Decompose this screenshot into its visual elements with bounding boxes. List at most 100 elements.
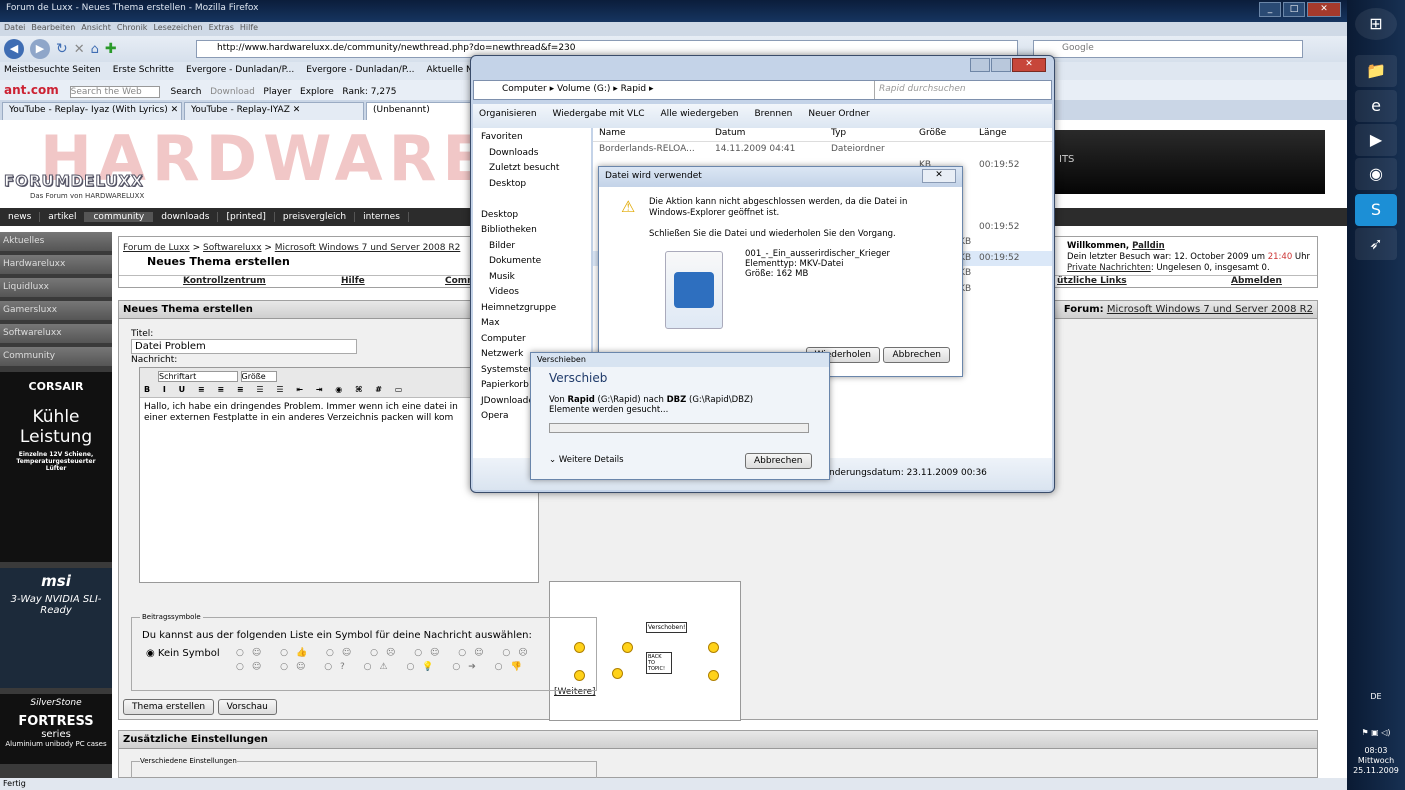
media-player-taskbar-icon[interactable]: ▶ bbox=[1355, 124, 1397, 156]
dialog-close-button[interactable]: ✕ bbox=[922, 169, 956, 183]
explorer-minimize-button[interactable] bbox=[970, 58, 990, 72]
menu-lesezeichen[interactable]: Lesezeichen bbox=[153, 23, 202, 32]
menu-datei[interactable]: Datei bbox=[4, 23, 25, 32]
app-taskbar-icon[interactable]: ➶ bbox=[1355, 228, 1397, 260]
ant-download-button[interactable]: Download bbox=[210, 87, 255, 97]
sidebar-item-gamersluxx[interactable]: Gamersluxx bbox=[0, 301, 112, 320]
nav-downloads[interactable]: Downloads bbox=[481, 148, 583, 164]
nav-pictures[interactable]: Bilder bbox=[481, 241, 583, 257]
ie-taskbar-icon[interactable]: e bbox=[1355, 90, 1397, 122]
col-type[interactable]: Typ bbox=[831, 128, 846, 138]
size-select[interactable]: Größe bbox=[240, 371, 277, 382]
path-rapid[interactable]: Rapid bbox=[621, 84, 647, 94]
ant-search-button[interactable]: Search bbox=[171, 87, 202, 97]
bookmark-item[interactable]: Evergore - Dunladan/P... bbox=[306, 65, 414, 75]
title-input[interactable]: Datei Problem bbox=[131, 339, 357, 354]
menu-bearbeiten[interactable]: Bearbeiten bbox=[31, 23, 75, 32]
menu-chronik[interactable]: Chronik bbox=[117, 23, 148, 32]
play-all-button[interactable]: Alle wiedergeben bbox=[661, 109, 739, 123]
nav-useful-links[interactable]: ützliche Links bbox=[1057, 276, 1127, 286]
skype-taskbar-icon[interactable]: S bbox=[1355, 194, 1397, 226]
close-button[interactable]: ✕ bbox=[1307, 2, 1341, 17]
minimize-button[interactable]: _ bbox=[1259, 2, 1281, 17]
nav-downloads[interactable]: downloads bbox=[153, 212, 219, 222]
reload-icon[interactable]: ↻ bbox=[56, 41, 68, 57]
col-name[interactable]: Name bbox=[599, 128, 626, 138]
smilie-icon[interactable] bbox=[708, 670, 719, 681]
explorer-close-button[interactable]: ✕ bbox=[1012, 58, 1046, 72]
ant-player-button[interactable]: Player bbox=[263, 87, 291, 97]
sidebar-item-aktuelles[interactable]: Aktuelles bbox=[0, 232, 112, 251]
post-icon-radios[interactable]: ○☺ ○👍 ○☺ ○☹ ○☺ ○☺ ○☹ bbox=[236, 648, 536, 658]
nav-favorites[interactable]: Favoriten bbox=[481, 132, 583, 148]
language-indicator[interactable]: DE bbox=[1347, 692, 1405, 701]
bookmark-item[interactable]: Evergore - Dunladan/P... bbox=[186, 65, 294, 75]
nav-news[interactable]: news bbox=[0, 212, 41, 222]
forum-logo[interactable]: FORUMDELUXX bbox=[4, 172, 144, 191]
forum-link[interactable]: Microsoft Windows 7 und Server 2008 R2 bbox=[1107, 304, 1313, 315]
smilie-icon[interactable] bbox=[622, 642, 633, 653]
path-computer[interactable]: Computer bbox=[502, 84, 547, 94]
firefox-taskbar-icon[interactable]: ◉ bbox=[1355, 158, 1397, 190]
nav-kontrollzentrum[interactable]: Kontrollzentrum bbox=[183, 276, 266, 286]
explorer-search-input[interactable]: Rapid durchsuchen bbox=[874, 81, 1048, 99]
cancel-button[interactable]: Abbrechen bbox=[883, 347, 950, 363]
nav-homegroup[interactable]: Heimnetzgruppe bbox=[481, 303, 583, 319]
nav-printed[interactable]: [printed] bbox=[218, 212, 275, 222]
path-volume[interactable]: Volume (G:) bbox=[557, 84, 610, 94]
search-bar[interactable]: Google bbox=[1033, 40, 1303, 58]
user-link[interactable]: Palldin bbox=[1132, 241, 1165, 251]
nav-max[interactable]: Max bbox=[481, 318, 583, 334]
breadcrumb-softwareluxx[interactable]: Softwareluxx bbox=[203, 243, 262, 253]
nav-artikel[interactable]: artikel bbox=[40, 212, 86, 222]
back-button[interactable]: ◀ bbox=[4, 39, 24, 59]
create-thread-button[interactable]: Thema erstellen bbox=[123, 699, 215, 715]
maximize-button[interactable]: □ bbox=[1283, 2, 1305, 17]
bookmark-item[interactable]: Meistbesuchte Seiten bbox=[4, 65, 101, 75]
nav-music[interactable]: Musik bbox=[481, 272, 583, 288]
silverstone-ad[interactable]: SilverStone FORTRESS series Aluminium un… bbox=[0, 694, 112, 764]
col-size[interactable]: Größe bbox=[919, 128, 946, 138]
sidebar-item-liquidluxx[interactable]: Liquidluxx bbox=[0, 278, 112, 297]
nav-logout[interactable]: Abmelden bbox=[1231, 276, 1282, 286]
breadcrumb-forum[interactable]: Forum de Luxx bbox=[123, 243, 190, 253]
nav-preisvergleich[interactable]: preisvergleich bbox=[275, 212, 356, 222]
ant-search-input[interactable]: Search the Web bbox=[69, 86, 160, 98]
col-date[interactable]: Datum bbox=[715, 128, 745, 138]
col-length[interactable]: Länge bbox=[979, 128, 1006, 138]
file-row[interactable]: Borderlands-RELOA... 14.11.2009 04:41 Date… bbox=[593, 142, 1052, 158]
preview-button[interactable]: Vorschau bbox=[217, 699, 277, 715]
nav-libraries[interactable]: Bibliotheken bbox=[481, 225, 583, 241]
clock[interactable]: 08:03 Mittwoch 25.11.2009 bbox=[1347, 746, 1405, 776]
burn-button[interactable]: Brennen bbox=[754, 109, 792, 123]
organize-button[interactable]: Organisieren bbox=[479, 109, 537, 123]
add-icon[interactable]: ✚ bbox=[105, 41, 117, 57]
menu-extras[interactable]: Extras bbox=[209, 23, 234, 32]
home-icon[interactable]: ⌂ bbox=[91, 42, 99, 57]
tray-icons[interactable]: ⚑ ▣ ◁) bbox=[1347, 728, 1405, 737]
sidebar-item-softwareluxx[interactable]: Softwareluxx bbox=[0, 324, 112, 343]
nav-recent[interactable]: Zuletzt besucht bbox=[481, 163, 583, 179]
nav-community[interactable]: community bbox=[85, 212, 154, 222]
smilie-icon[interactable] bbox=[612, 668, 623, 679]
ant-explore-button[interactable]: Explore bbox=[300, 87, 334, 97]
back-to-topic-smilie[interactable]: BACK TO TOPIC! bbox=[646, 652, 672, 674]
pm-link[interactable]: Private Nachrichten bbox=[1067, 263, 1151, 273]
nav-computer[interactable]: Computer bbox=[481, 334, 583, 350]
nav-desktop-fav[interactable]: Desktop bbox=[481, 179, 583, 195]
forward-button[interactable]: ▶ bbox=[30, 39, 50, 59]
menu-hilfe[interactable]: Hilfe bbox=[240, 23, 258, 32]
explorer-taskbar-icon[interactable]: 📁 bbox=[1355, 55, 1397, 87]
explorer-address-bar[interactable]: Computer ▸ Volume (G:) ▸ Rapid ▸ Rapid d… bbox=[473, 80, 1052, 100]
tab-youtube-1[interactable]: YouTube - Replay- Iyaz (With Lyrics) ✕ bbox=[2, 102, 182, 120]
menu-ansicht[interactable]: Ansicht bbox=[81, 23, 111, 32]
new-folder-button[interactable]: Neuer Ordner bbox=[808, 109, 869, 123]
sidebar-item-community[interactable]: Community bbox=[0, 347, 112, 366]
corsair-ad[interactable]: CORSAIR Kühle Leistung Einzelne 12V Schi… bbox=[0, 372, 112, 562]
no-icon-radio[interactable]: ◉ Kein Symbol bbox=[146, 648, 220, 659]
move-cancel-button[interactable]: Abbrechen bbox=[745, 453, 812, 469]
font-select[interactable]: Schriftart bbox=[158, 371, 238, 382]
breadcrumb-windows7[interactable]: Microsoft Windows 7 und Server 2008 R2 bbox=[275, 243, 461, 253]
more-details-toggle[interactable]: ⌄ Weitere Details bbox=[549, 455, 624, 465]
nav-internes[interactable]: internes bbox=[355, 212, 409, 222]
